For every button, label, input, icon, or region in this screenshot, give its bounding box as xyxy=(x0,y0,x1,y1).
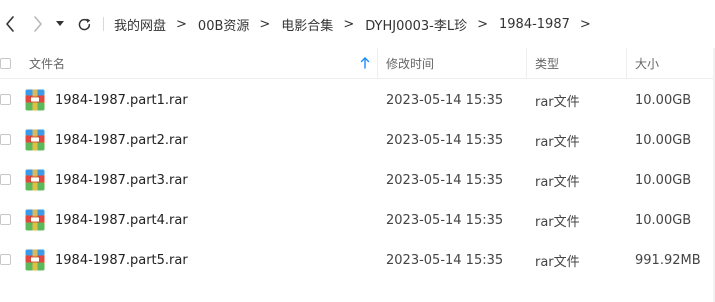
file-list-header: 文件名 修改时间 类型 大小 xyxy=(0,48,715,79)
rar-archive-icon xyxy=(25,169,45,191)
file-modified-time: 2023-05-14 15:35 xyxy=(386,252,504,268)
column-header-type[interactable]: 类型 xyxy=(535,48,559,78)
file-browser: 我的网盘 > 00B资源 > 电影合集 > DYHJ0003-李L珍 > 198… xyxy=(0,0,715,302)
column-divider[interactable] xyxy=(626,48,627,78)
select-all-checkbox[interactable] xyxy=(0,58,11,69)
column-header-modified[interactable]: 修改时间 xyxy=(386,48,434,78)
rar-archive-icon xyxy=(25,89,45,111)
file-type: rar文件 xyxy=(535,94,580,110)
breadcrumb-item-dyhj0003[interactable]: DYHJ0003-李L珍 xyxy=(365,15,467,34)
file-name[interactable]: 1984-1987.part2.rar xyxy=(55,120,188,160)
column-divider[interactable] xyxy=(526,48,527,78)
breadcrumb-item-movie-collection[interactable]: 电影合集 xyxy=(281,15,333,34)
history-dropdown-button[interactable] xyxy=(52,14,68,34)
row-checkbox[interactable] xyxy=(0,94,11,105)
row-checkbox[interactable] xyxy=(0,134,11,145)
file-row[interactable]: 1984-1987.part1.rar 2023-05-14 15:35 rar… xyxy=(0,80,715,120)
toolbar-divider xyxy=(103,17,104,31)
breadcrumb-separator: > xyxy=(343,16,355,32)
file-name[interactable]: 1984-1987.part4.rar xyxy=(55,200,188,240)
file-size: 10.00GB xyxy=(635,92,692,108)
column-header-size[interactable]: 大小 xyxy=(635,48,659,78)
file-name[interactable]: 1984-1987.part3.rar xyxy=(55,160,188,200)
breadcrumb-separator: > xyxy=(176,16,187,32)
file-type: rar文件 xyxy=(535,134,580,150)
breadcrumb-separator: > xyxy=(477,16,488,32)
row-checkbox[interactable] xyxy=(0,214,11,225)
file-size: 10.00GB xyxy=(635,132,692,148)
file-type: rar文件 xyxy=(535,174,580,190)
breadcrumb: 我的网盘 > 00B资源 > 电影合集 > DYHJ0003-李L珍 > 198… xyxy=(114,0,602,48)
file-name[interactable]: 1984-1987.part1.rar xyxy=(55,80,188,120)
forward-button[interactable] xyxy=(28,14,48,34)
breadcrumb-separator: > xyxy=(259,16,271,32)
column-header-name[interactable]: 文件名 xyxy=(29,48,65,78)
column-divider[interactable] xyxy=(377,48,378,78)
chevron-right-icon xyxy=(34,16,42,32)
breadcrumb-separator: > xyxy=(579,16,591,32)
file-type: rar文件 xyxy=(535,214,580,230)
breadcrumb-item-my-drive[interactable]: 我的网盘 xyxy=(114,15,166,34)
refresh-icon xyxy=(78,18,90,30)
rar-archive-icon xyxy=(25,249,45,271)
refresh-button[interactable] xyxy=(74,14,94,34)
file-name[interactable]: 1984-1987.part5.rar xyxy=(55,240,188,280)
file-modified-time: 2023-05-14 15:35 xyxy=(386,212,504,228)
file-type: rar文件 xyxy=(535,254,580,270)
breadcrumb-item-current-folder[interactable]: 1984-1987 xyxy=(499,17,570,32)
row-checkbox[interactable] xyxy=(0,254,11,265)
file-row[interactable]: 1984-1987.part5.rar 2023-05-14 15:35 rar… xyxy=(0,240,715,280)
breadcrumb-item-resources[interactable]: 00B资源 xyxy=(198,15,249,34)
file-row[interactable]: 1984-1987.part2.rar 2023-05-14 15:35 rar… xyxy=(0,120,715,160)
file-modified-time: 2023-05-14 15:35 xyxy=(386,92,504,108)
file-modified-time: 2023-05-14 15:35 xyxy=(386,132,504,148)
caret-down-icon xyxy=(56,21,64,26)
file-size: 991.92MB xyxy=(635,252,701,268)
navigation-bar: 我的网盘 > 00B资源 > 电影合集 > DYHJ0003-李L珍 > 198… xyxy=(0,0,715,48)
sort-ascending-arrow-icon[interactable] xyxy=(360,56,370,70)
rar-archive-icon xyxy=(25,209,45,231)
file-size: 10.00GB xyxy=(635,172,692,188)
chevron-left-icon xyxy=(6,16,14,32)
row-checkbox[interactable] xyxy=(0,174,11,185)
file-modified-time: 2023-05-14 15:35 xyxy=(386,172,504,188)
file-row[interactable]: 1984-1987.part4.rar 2023-05-14 15:35 rar… xyxy=(0,200,715,240)
file-size: 10.00GB xyxy=(635,212,692,228)
rar-archive-icon xyxy=(25,129,45,151)
file-row[interactable]: 1984-1987.part3.rar 2023-05-14 15:35 rar… xyxy=(0,160,715,200)
back-button[interactable] xyxy=(0,14,20,34)
